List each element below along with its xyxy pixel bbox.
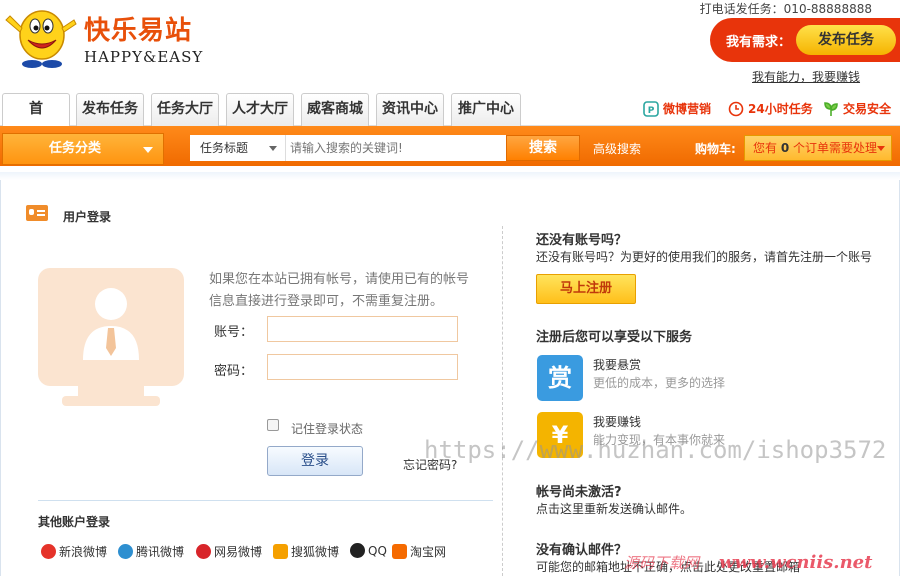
login-button[interactable]: 登录 bbox=[267, 446, 363, 476]
search-input[interactable] bbox=[286, 135, 506, 161]
tencent-weibo-icon bbox=[118, 544, 133, 559]
no-account-text: 还没有账号吗？为更好的使用我们的服务，请首先注册一个账号 bbox=[536, 250, 873, 264]
no-account-heading: 还没有账号吗？ bbox=[536, 233, 628, 248]
cart-dropdown[interactable]: 您有 0 个订单需要处理 bbox=[744, 135, 892, 161]
search-type-select[interactable]: 任务标题 bbox=[190, 135, 286, 161]
id-card-icon bbox=[26, 205, 48, 221]
category-label: 任务分类 bbox=[49, 141, 102, 156]
remember-checkbox[interactable] bbox=[267, 419, 279, 431]
site-header: 快乐易站 HAPPY&EASY 打电话发任务：010-88888888 我有需求… bbox=[0, 0, 900, 92]
social-label: 淘宝网 bbox=[410, 545, 447, 559]
watermark-url: www.wcniis.net bbox=[719, 552, 873, 573]
leaf-icon bbox=[824, 101, 838, 116]
chevron-down-icon bbox=[269, 146, 277, 151]
tab-promotion[interactable]: 推广中心 bbox=[451, 93, 521, 126]
main-panel-top bbox=[0, 172, 900, 180]
watermark-text: https://www.huzhan.com/ishop3572 bbox=[424, 436, 887, 464]
social-label: 网易微博 bbox=[214, 545, 263, 559]
social-tencent[interactable]: 腾讯微博 bbox=[118, 543, 184, 560]
social-sohu[interactable]: 搜狐微博 bbox=[273, 543, 339, 560]
cart-prefix: 您有 bbox=[753, 141, 778, 155]
social-label: 新浪微博 bbox=[59, 545, 108, 559]
netease-weibo-icon bbox=[196, 544, 211, 559]
chevron-down-icon bbox=[877, 146, 885, 151]
phone-text: 打电话发任务：010-88888888 bbox=[699, 2, 872, 16]
service-subtitle: 更低的成本，更多的选择 bbox=[593, 376, 726, 390]
sina-weibo-icon bbox=[41, 544, 56, 559]
taobao-icon bbox=[392, 544, 407, 559]
brand-name-cn[interactable]: 快乐易站 bbox=[84, 10, 192, 47]
not-activated-heading: 帐号尚未激活? bbox=[536, 485, 622, 500]
account-field[interactable] bbox=[267, 316, 458, 342]
social-netease[interactable]: 网易微博 bbox=[196, 543, 262, 560]
remember-label: 记住登录状态 bbox=[291, 422, 364, 436]
clock-icon bbox=[728, 101, 744, 116]
watermark-site: 源码下载网 www.wcniis.net bbox=[624, 552, 872, 573]
brand-name-en: HAPPY&EASY bbox=[84, 48, 204, 66]
need-text: 我有需求： bbox=[726, 35, 792, 50]
cart-count: 0 bbox=[780, 141, 790, 155]
badge-24h[interactable]: 24小时任务 bbox=[728, 100, 813, 117]
badge-weibo[interactable]: P 微博营销 bbox=[643, 100, 711, 117]
tab-mall[interactable]: 威客商城 bbox=[301, 93, 369, 126]
smiley-logo-icon[interactable] bbox=[2, 2, 78, 70]
watermark-cn: 源码下载网 bbox=[624, 554, 700, 572]
sohu-weibo-icon bbox=[273, 544, 288, 559]
badge-weibo-label: 微博营销 bbox=[663, 102, 712, 116]
search-type-value: 任务标题 bbox=[200, 141, 249, 155]
service-title: 我要悬赏 bbox=[593, 358, 642, 372]
register-button[interactable]: 马上注册 bbox=[536, 274, 636, 304]
earn-money-link[interactable]: 我有能力，我要赚钱 bbox=[752, 68, 860, 85]
cart-suffix: 个订单需要处理 bbox=[793, 141, 878, 155]
reward-icon: 赏 bbox=[537, 355, 583, 401]
social-qq[interactable]: QQ bbox=[350, 543, 387, 558]
qq-penguin-icon bbox=[350, 543, 365, 558]
badge-24h-label: 24小时任务 bbox=[748, 102, 813, 116]
weibo-marketing-icon: P bbox=[643, 100, 659, 117]
login-hint: 如果您在本站已拥有帐号，请使用已有的帐号信息直接进行登录即可，不需重复注册。 bbox=[209, 272, 470, 309]
account-label: 账号： bbox=[214, 325, 254, 340]
publish-task-button[interactable]: 发布任务 bbox=[796, 25, 896, 55]
service-title: 我要赚钱 bbox=[593, 415, 642, 429]
tab-talent-hall[interactable]: 人才大厅 bbox=[226, 93, 294, 126]
chevron-down-icon bbox=[143, 147, 153, 153]
social-label: QQ bbox=[368, 543, 387, 558]
tab-home[interactable]: 首 bbox=[2, 93, 70, 126]
social-label: 腾讯微博 bbox=[136, 545, 185, 559]
svg-text:P: P bbox=[648, 106, 655, 116]
search-button[interactable]: 搜索 bbox=[506, 135, 580, 161]
badge-safe-label: 交易安全 bbox=[843, 102, 892, 116]
badge-safe[interactable]: 交易安全 bbox=[823, 100, 891, 117]
login-heading: 用户登录 bbox=[63, 210, 112, 224]
password-field[interactable] bbox=[267, 354, 458, 380]
user-monitor-icon bbox=[38, 268, 184, 406]
social-sina[interactable]: 新浪微博 bbox=[41, 543, 107, 560]
tab-publish[interactable]: 发布任务 bbox=[76, 93, 144, 126]
services-heading: 注册后您可以享受以下服务 bbox=[536, 330, 693, 345]
resend-email-link[interactable]: 点击这里重新发送确认邮件。 bbox=[536, 500, 692, 517]
divider bbox=[38, 500, 493, 501]
advanced-search-link[interactable]: 高级搜索 bbox=[593, 140, 641, 157]
tab-task-hall[interactable]: 任务大厅 bbox=[151, 93, 219, 126]
cart-label: 购物车: bbox=[695, 142, 736, 156]
social-taobao[interactable]: 淘宝网 bbox=[392, 543, 446, 560]
other-login-heading: 其他账户登录 bbox=[38, 515, 111, 529]
category-dropdown[interactable]: 任务分类 bbox=[2, 133, 164, 165]
social-label: 搜狐微博 bbox=[291, 545, 340, 559]
column-divider bbox=[502, 226, 503, 576]
no-email-heading: 没有确认邮件？ bbox=[536, 543, 628, 558]
tab-news[interactable]: 资讯中心 bbox=[376, 93, 444, 126]
password-label: 密码： bbox=[214, 364, 254, 379]
